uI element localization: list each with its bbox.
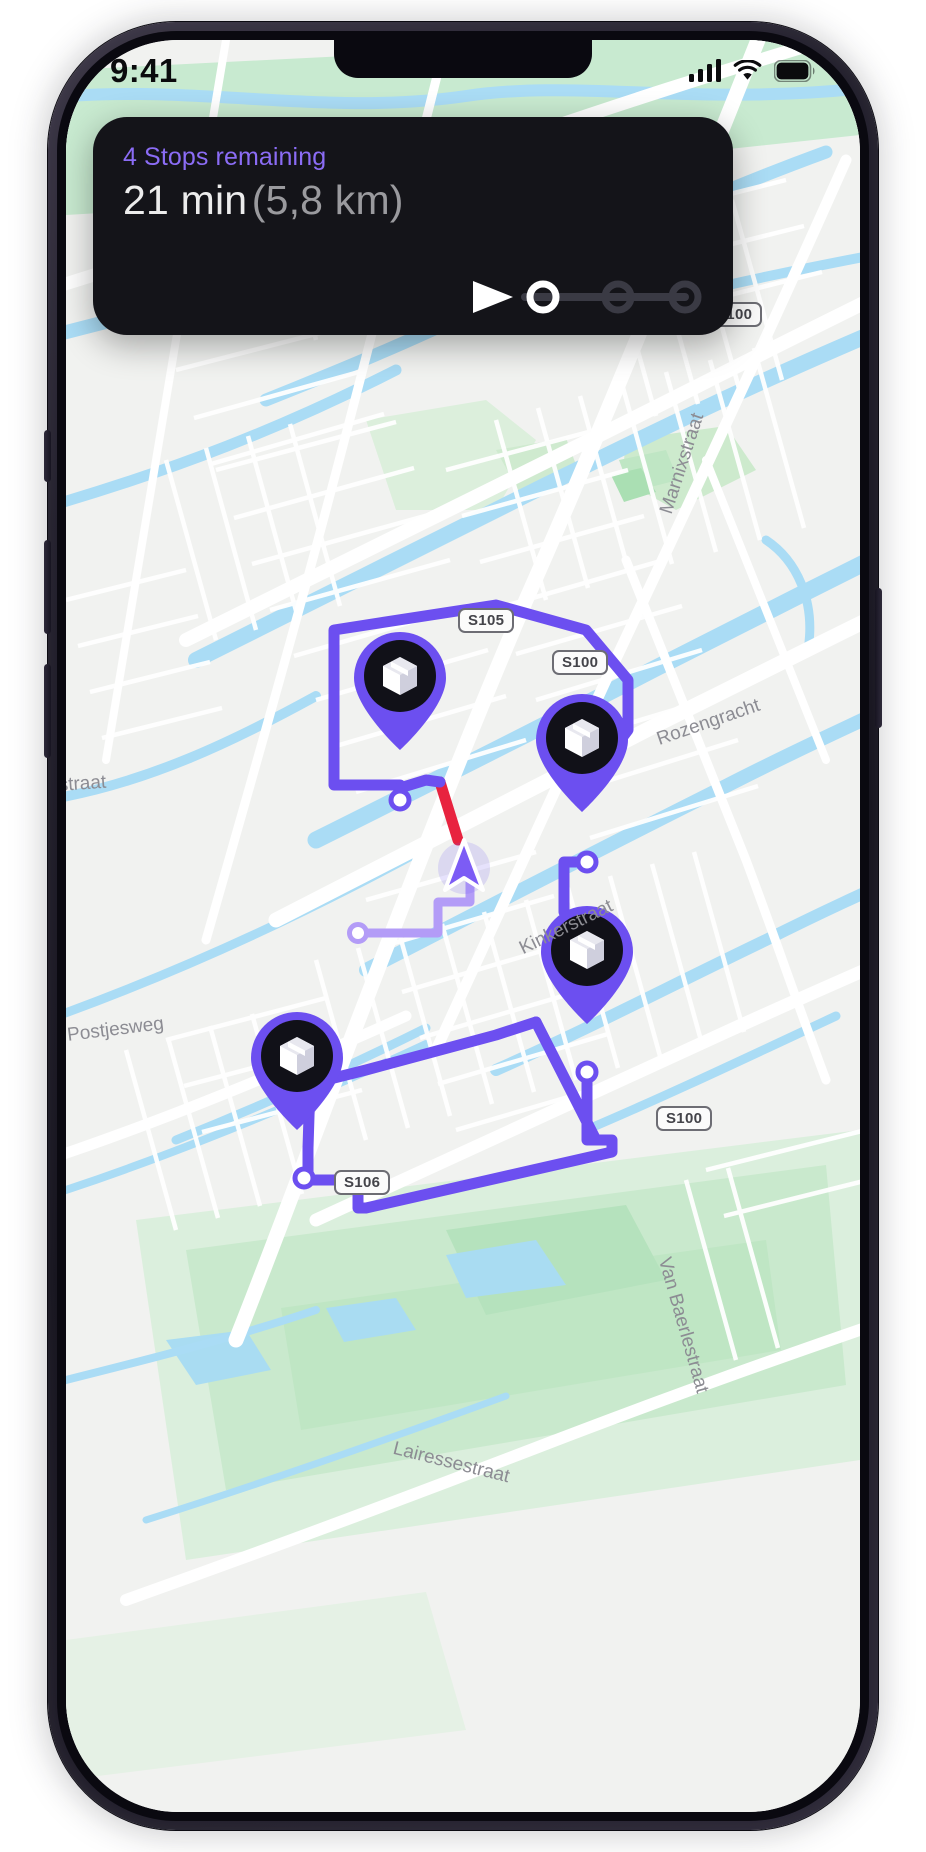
signal-bars-icon	[688, 59, 721, 82]
status-time: 9:41	[110, 52, 178, 89]
progress-arrow-cursor	[473, 281, 513, 313]
silent-switch[interactable]	[44, 430, 51, 482]
map-label-straat: straat	[66, 771, 107, 796]
eta-distance: (5,8 km)	[251, 177, 404, 223]
road-shield-s106: S106	[334, 1170, 391, 1195]
app-screen: Marnixstraat Rozengracht Kinkerstraat Po…	[66, 40, 860, 1812]
status-icons	[688, 59, 817, 82]
eta-line: 21 min (5,8 km)	[123, 177, 703, 224]
phone-screen: Marnixstraat Rozengracht Kinkerstraat Po…	[66, 40, 860, 1812]
road-shield-s100-c: S100	[656, 1106, 713, 1131]
eta-duration: 21 min	[123, 177, 248, 223]
road-shield-s105: S105	[458, 608, 515, 633]
screenshot-stage: Marnixstraat Rozengracht Kinkerstraat Po…	[0, 0, 926, 1852]
power-button[interactable]	[875, 588, 882, 728]
wifi-icon	[733, 60, 762, 82]
volume-down-button[interactable]	[44, 664, 51, 758]
volume-up-button[interactable]	[44, 540, 51, 634]
display-notch	[334, 40, 592, 78]
route-progress-bar[interactable]	[123, 277, 703, 317]
stops-remaining-label: 4 Stops remaining	[123, 143, 327, 171]
route-summary-card[interactable]: 4 Stops remaining 21 min (5,8 km)	[93, 117, 733, 335]
battery-icon	[774, 60, 816, 82]
road-shield-s100-a: S100	[552, 650, 609, 675]
